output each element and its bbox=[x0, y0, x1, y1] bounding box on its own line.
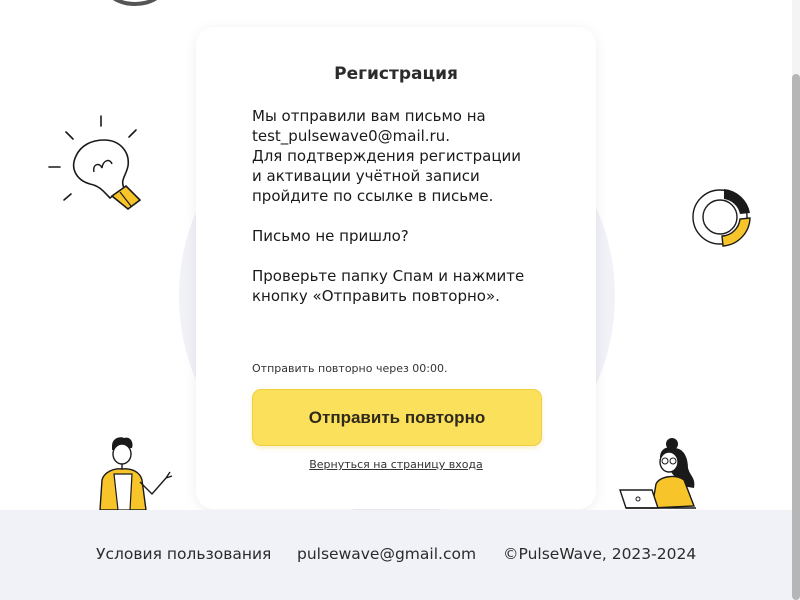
resend-timer: Отправить повторно через 00:00. bbox=[252, 362, 448, 375]
progress-ring-icon bbox=[692, 189, 751, 247]
spam-instruction: Проверьте папку Спам и нажмите кнопку «О… bbox=[252, 266, 572, 306]
back-to-login-link[interactable]: Вернуться на страницу входа bbox=[196, 458, 596, 471]
message-line: и активации учётной записи bbox=[252, 167, 480, 185]
instruction-line: кнопку «Отправить повторно». bbox=[252, 287, 500, 305]
scrollbar-thumb[interactable] bbox=[792, 74, 800, 600]
message-line: Для подтверждения регистрации bbox=[252, 147, 522, 165]
not-received-question: Письмо не пришло? bbox=[252, 227, 409, 245]
registration-confirmation-page: Регистрация Мы отправили вам письмо на t… bbox=[0, 0, 800, 600]
person-laptop-illustration bbox=[619, 438, 696, 509]
scrollbar[interactable] bbox=[792, 0, 800, 600]
terms-link[interactable]: Условия пользования bbox=[96, 545, 271, 563]
email-address: test_pulsewave0@mail.ru. bbox=[252, 127, 451, 145]
lightbulb-icon bbox=[48, 115, 142, 211]
message-line: пройдите по ссылке в письме. bbox=[252, 187, 494, 205]
instruction-line: Проверьте папку Спам и нажмите bbox=[252, 267, 525, 285]
registration-card: Регистрация Мы отправили вам письмо на t… bbox=[196, 27, 596, 509]
confirmation-message: Мы отправили вам письмо на test_pulsewav… bbox=[252, 106, 572, 206]
card-title: Регистрация bbox=[334, 64, 458, 84]
contact-email-link[interactable]: pulsewave@gmail.com bbox=[297, 545, 476, 563]
resend-button[interactable]: Отправить повторно bbox=[252, 389, 542, 446]
person-pointing-illustration bbox=[99, 437, 173, 511]
copyright-text: ©PulseWave, 2023-2024 bbox=[503, 545, 697, 563]
footer: Условия пользования pulsewave@gmail.com … bbox=[0, 510, 792, 600]
message-line: Мы отправили вам письмо на bbox=[252, 107, 486, 125]
decorative-shape bbox=[104, 0, 166, 6]
